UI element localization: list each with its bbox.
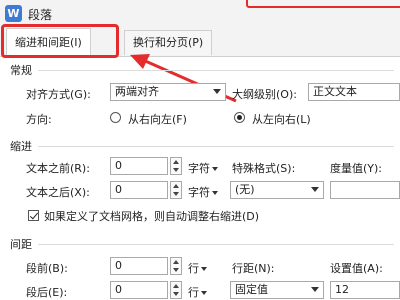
indent-before-input[interactable]: 0 [110,157,168,175]
grid-adjust-checkbox[interactable] [28,210,39,221]
spacing-before-stepper[interactable] [170,257,182,275]
indent-after-label: 文本之后(X): [26,186,90,199]
indent-after-input[interactable]: 0 [110,181,168,199]
arrow-up-icon [173,160,179,164]
checkmark-icon [29,210,39,220]
spacing-after-value: 0 [115,283,122,296]
special-format-value: (无) [235,183,255,196]
special-format-select[interactable]: (无) [230,181,324,199]
spacing-after-unit[interactable]: 行 [188,284,207,300]
line-spacing-select[interactable]: 固定值 [230,281,324,299]
line-spacing-label: 行距(N): [232,262,275,275]
direction-label: 方向: [26,113,52,126]
indent-before-unit[interactable]: 字符 [188,160,218,176]
spacing-after-label: 段后(E): [26,286,68,299]
chevron-down-icon [201,267,207,271]
chevron-down-icon [212,167,218,171]
chevron-down-icon [311,187,319,192]
arrow-down-icon [173,168,179,172]
line-spacing-value: 固定值 [235,283,268,296]
ltr-radio[interactable] [234,112,245,123]
spacing-before-input[interactable]: 0 [110,257,168,275]
indent-after-value: 0 [115,183,122,196]
grid-adjust-label[interactable]: 如果定义了文档网格，则自动调整右缩进(D) [44,208,259,224]
chevron-down-icon [212,191,218,195]
spacing-after-stepper[interactable] [170,281,182,299]
divider [38,70,394,71]
outline-level-select[interactable]: 正文文本 [308,83,400,101]
indent-before-value: 0 [115,159,122,172]
outline-level-value: 正文文本 [313,85,357,98]
arrow-up-icon [173,284,179,288]
rtl-label[interactable]: 从右向左(F) [128,111,187,127]
indent-after-unit-text: 字符 [188,186,210,199]
indent-after-unit[interactable]: 字符 [188,184,218,200]
section-spacing-heading: 间距 [10,238,32,251]
arrow-down-icon [173,192,179,196]
spacing-before-value: 0 [115,259,122,272]
spacing-before-unit-text: 行 [188,262,199,275]
outline-level-label: 大纲级别(O): [232,88,297,101]
alignment-label: 对齐方式(G): [26,88,91,101]
indent-before-label: 文本之前(R): [26,162,90,175]
section-general-heading: 常规 [10,64,32,77]
spacing-before-label: 段前(B): [26,262,68,275]
rtl-radio[interactable] [110,112,121,123]
indent-before-unit-text: 字符 [188,162,210,175]
spacing-after-unit-text: 行 [188,286,199,299]
indent-before-stepper[interactable] [170,157,182,175]
arrow-up-icon [173,184,179,188]
section-indent-heading: 缩进 [10,140,32,153]
divider [38,146,394,147]
chevron-down-icon [213,89,221,94]
arrow-down-icon [173,268,179,272]
spacing-before-unit[interactable]: 行 [188,260,207,276]
alignment-value: 两端对齐 [115,85,159,98]
arrow-up-icon [173,260,179,264]
chevron-down-icon [201,291,207,295]
setting-value-input[interactable]: 12 [330,281,400,299]
indent-after-stepper[interactable] [170,181,182,199]
measure-label: 度量值(Y): [330,162,383,175]
measure-input[interactable] [330,181,400,199]
special-format-label: 特殊格式(S): [232,162,296,175]
chevron-down-icon [311,287,319,292]
spacing-after-input[interactable]: 0 [110,281,168,299]
divider [38,244,394,245]
setting-value: 12 [335,283,349,296]
setting-value-label: 设置值(A): [330,262,383,275]
alignment-select[interactable]: 两端对齐 [110,83,226,101]
annotation-arrow [130,54,237,103]
ltr-label[interactable]: 从左向右(L) [252,111,311,127]
arrow-down-icon [173,292,179,296]
